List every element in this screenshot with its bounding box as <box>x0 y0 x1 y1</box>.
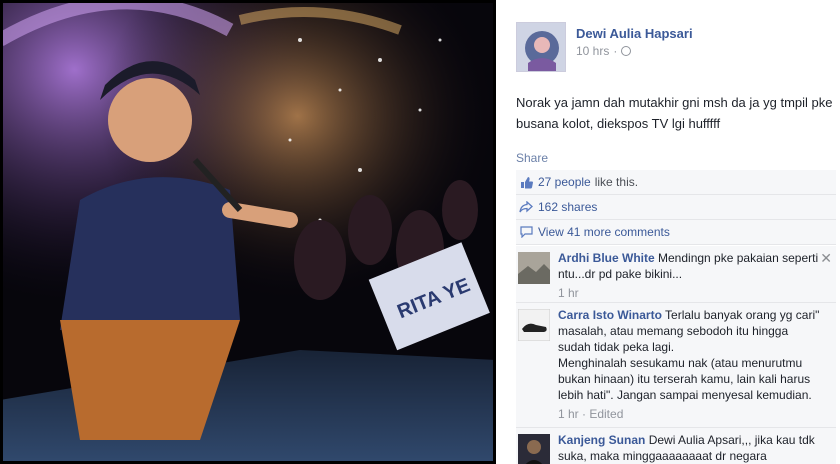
comment-body: Ardhi Blue White Mendingn pke pakaian se… <box>558 250 820 301</box>
commenter-avatar[interactable] <box>518 252 550 284</box>
comment-item: Carra Isto Winarto Terlalu banyak orang … <box>516 303 836 428</box>
author-avatar[interactable] <box>516 22 566 72</box>
share-button[interactable]: Share <box>516 151 548 165</box>
shares-row: 162 shares <box>516 195 836 220</box>
comment-bubble-icon <box>518 225 534 239</box>
commenter-avatar[interactable] <box>518 434 550 464</box>
post-photo[interactable]: RITA YE <box>0 0 496 464</box>
post-meta: 10 hrs · <box>576 44 632 58</box>
shares-link[interactable]: 162 shares <box>538 200 597 214</box>
comment-item: Kanjeng Sunan Dewi Aulia Apsari,,, jika … <box>516 428 836 464</box>
ufi-summary: 27 people like this. 162 shares View 41 … <box>516 170 836 245</box>
comment-text-continued: Menghinalah sesukamu nak (atau menurutmu… <box>558 356 812 402</box>
comment-body: Kanjeng Sunan Dewi Aulia Apsari,,, jika … <box>558 432 820 464</box>
post-text: Norak ya jamn dah mutakhir gni msh da ja… <box>516 95 833 131</box>
commenter-name[interactable]: Kanjeng Sunan <box>558 433 645 447</box>
comment-time[interactable]: 1 hr · Edited <box>558 406 820 422</box>
thumbs-up-icon <box>518 175 534 189</box>
commenter-name[interactable]: Carra Isto Winarto <box>558 308 662 322</box>
author-name[interactable]: Dewi Aulia Hapsari <box>576 26 693 41</box>
commenter-avatar[interactable] <box>518 309 550 341</box>
share-arrow-icon <box>518 200 534 214</box>
meta-separator: · <box>613 44 618 58</box>
comment-item: Ardhi Blue White Mendingn pke pakaian se… <box>516 246 836 303</box>
stage-photo-illustration: RITA YE <box>0 0 496 464</box>
post-header: Dewi Aulia Hapsari 10 hrs · <box>516 22 836 76</box>
comment-body: Carra Isto Winarto Terlalu banyak orang … <box>558 307 820 422</box>
close-icon[interactable]: ✕ <box>820 250 832 267</box>
view-comments-row: View 41 more comments <box>516 220 836 245</box>
likes-count-link[interactable]: 27 people <box>538 175 591 189</box>
commenter-name[interactable]: Ardhi Blue White <box>558 251 655 265</box>
post-sidebar: Dewi Aulia Hapsari 10 hrs · Norak ya jam… <box>496 0 840 464</box>
view-more-comments-link[interactable]: View 41 more comments <box>538 225 670 239</box>
likes-suffix: like this. <box>594 175 639 189</box>
globe-icon[interactable] <box>621 46 632 56</box>
likes-row: 27 people like this. <box>516 170 836 195</box>
comment-time[interactable]: 1 hr <box>558 285 820 301</box>
post-time[interactable]: 10 hrs <box>576 44 609 58</box>
